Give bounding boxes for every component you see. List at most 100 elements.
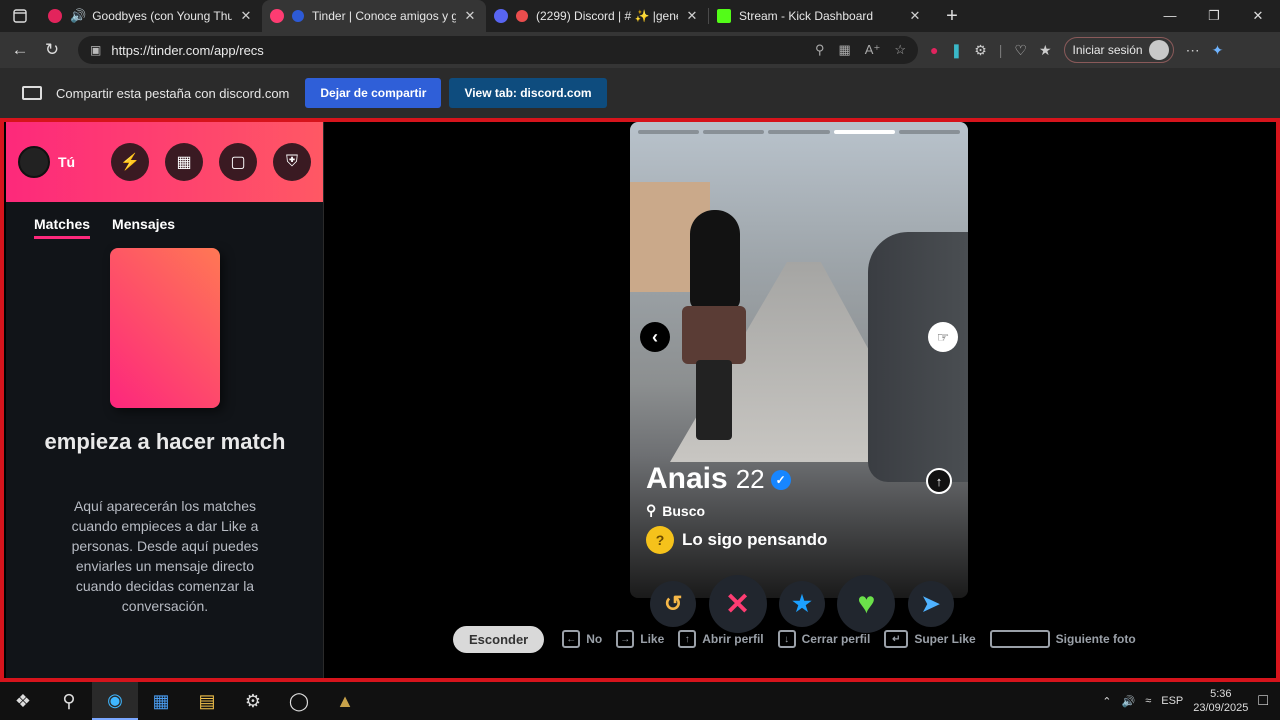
tab-close-icon[interactable]: ✕ (462, 8, 478, 24)
tab-messages[interactable]: Mensajes (112, 216, 175, 239)
copilot-icon[interactable]: ✦ (1212, 42, 1224, 59)
shield-icon[interactable]: ⛨ (273, 143, 311, 181)
tab-close-icon[interactable]: ✕ (907, 8, 923, 24)
minimize-icon[interactable]: — (1148, 0, 1192, 32)
tab-tinder[interactable]: Tinder | Conoce amigos y gente ✕ (262, 0, 486, 32)
window-controls: — ❐ ✕ (1148, 0, 1280, 32)
search-icon[interactable]: ⚲ (46, 682, 92, 720)
card-name-row: Anais 22 ✓ (646, 462, 791, 496)
view-tab-button[interactable]: View tab: discord.com (449, 78, 607, 108)
up-arrow-key-icon: ↑ (678, 630, 697, 648)
header-buttons: ⚡ ▦ ▢ ⛨ (111, 143, 311, 181)
tab-close-icon[interactable]: ✕ (238, 8, 254, 24)
previous-photo-icon[interactable]: ‹ (640, 322, 670, 352)
restore-icon[interactable]: ❐ (1192, 0, 1236, 32)
tab-actions-icon (13, 9, 27, 23)
photo-hair (690, 210, 740, 310)
boost-lightning-icon[interactable]: ⚡ (111, 143, 149, 181)
store-icon[interactable]: ▦ (138, 682, 184, 720)
notifications-icon[interactable]: □ (1258, 692, 1268, 710)
windows-taskbar: ❖ ⚲ ◉ ▦ ▤ ⚙ ◯ ▲ ⌃ 🔊 ≈ ESP 5:36 23/09/202… (0, 682, 1280, 720)
file-explorer-icon[interactable]: ▤ (184, 682, 230, 720)
intent-text: Lo sigo pensando (682, 530, 828, 549)
photo-progress-bar (638, 130, 961, 134)
profile-avatar-icon (1148, 40, 1169, 60)
screen-share-bar: Compartir esta pestaña con discord.com D… (0, 68, 1280, 118)
open-profile-arrow-icon[interactable]: ↑ (926, 468, 952, 494)
kick-icon (717, 9, 731, 23)
profile-age: 22 (735, 464, 765, 494)
extension-teal-icon[interactable]: ❚ (950, 42, 962, 59)
extension-red-icon[interactable]: ● (930, 42, 938, 58)
obs-icon[interactable]: ◯ (276, 682, 322, 720)
address-bar-icons: ⚲ ▦ A⁺ ☆ (815, 42, 906, 58)
edge-browser-icon[interactable]: ◉ (92, 682, 138, 720)
tab-youtube-music[interactable]: 🔊 Goodbyes (con Young Thug) ✕ (40, 0, 262, 32)
wifi-icon[interactable]: ≈ (1145, 695, 1151, 707)
thinking-face-icon: ? (646, 526, 674, 554)
reload-icon[interactable]: ↻ (36, 40, 68, 60)
profile-label[interactable]: Tú (58, 154, 75, 170)
app-available-icon[interactable]: ▦ (839, 42, 851, 58)
share-message: Compartir esta pestaña con discord.com (56, 85, 290, 101)
photo-car (868, 232, 968, 482)
shortcut-label: Cerrar perfil (801, 632, 871, 646)
photo-progress-segment (833, 130, 895, 134)
seeking-row: ⚲ Busco (646, 502, 705, 519)
tab-matches[interactable]: Matches (34, 216, 91, 239)
url-text[interactable]: https://tinder.com/app/recs (111, 43, 263, 58)
avatar[interactable] (18, 146, 50, 178)
briefcase-icon[interactable]: ▢ (219, 143, 257, 181)
stop-sharing-button[interactable]: Dejar de compartir (305, 78, 442, 108)
sign-in-button[interactable]: Iniciar sesión (1063, 37, 1174, 63)
shortcut-open-profile: ↑ Abrir perfil (678, 630, 764, 648)
super-like-star-icon[interactable]: ★ (778, 581, 825, 627)
tab-close-icon[interactable]: ✕ (684, 8, 700, 24)
chevron-up-icon[interactable]: ⌃ (1102, 695, 1111, 708)
discord-icon (494, 9, 508, 23)
shortcut-next-photo: Siguiente foto (989, 630, 1136, 648)
search-icon: ⚲ (646, 502, 657, 518)
close-window-icon[interactable]: ✕ (1236, 0, 1280, 32)
profile-name: Anais (646, 462, 728, 495)
clock-time: 5:36 (1210, 688, 1232, 700)
read-aloud-icon[interactable]: A⁺ (865, 42, 881, 58)
down-arrow-key-icon: ↓ (777, 630, 796, 648)
clock-date: 23/09/2025 (1193, 702, 1249, 714)
tab-discord[interactable]: (2299) Discord | # ✨ |general ✕ (486, 0, 708, 32)
tab-title: (2299) Discord | # ✨ |general (536, 9, 678, 23)
left-arrow-key-icon: ← (562, 630, 581, 648)
photo-skirt (682, 306, 746, 364)
music-icon (48, 9, 62, 23)
enter-key-icon: ↵ (884, 630, 909, 648)
volume-icon[interactable]: 🔊 (1122, 695, 1136, 708)
speaker-icon[interactable]: 🔊 (70, 8, 86, 24)
site-info-icon[interactable]: ▣ (90, 43, 101, 57)
more-menu-icon[interactable]: ⋯ (1186, 42, 1200, 59)
new-tab-button[interactable]: + (937, 5, 967, 28)
address-bar[interactable]: ▣ https://tinder.com/app/recs ⚲ ▦ A⁺ ☆ (78, 36, 918, 64)
clock[interactable]: 5:36 23/09/2025 (1193, 687, 1248, 715)
explore-grid-icon[interactable]: ▦ (165, 143, 203, 181)
tab-kick[interactable]: Stream - Kick Dashboard ✕ (709, 0, 931, 32)
windows-start-icon[interactable]: ❖ (0, 682, 46, 720)
steam-icon[interactable]: ⚙ (230, 682, 276, 720)
back-arrow-icon[interactable]: ← (4, 40, 36, 60)
boost-send-icon[interactable]: ➤ (907, 581, 954, 627)
tinder-flame-icon (270, 9, 284, 23)
verified-badge-icon: ✓ (770, 470, 791, 490)
location-icon[interactable]: ⚲ (815, 42, 825, 58)
rewind-icon[interactable]: ↺ (650, 581, 697, 627)
hand-cursor-icon[interactable]: ☞ (928, 322, 958, 352)
language-indicator[interactable]: ESP (1161, 695, 1183, 707)
sidebar-header: Tú ⚡ ▦ ▢ ⛨ (6, 122, 323, 202)
favorite-star-icon[interactable]: ☆ (894, 42, 906, 58)
photo-person (670, 210, 760, 440)
profile-card[interactable]: ‹ ☞ Anais 22 ✓ ↑ ⚲ Busco ? Lo sigo pensand… (630, 122, 968, 598)
hide-shortcuts-button[interactable]: Esconder (453, 625, 545, 653)
extensions-puzzle-icon[interactable]: ⚙ (974, 42, 987, 59)
tab-actions-button[interactable] (0, 0, 40, 32)
league-client-icon[interactable]: ▲ (322, 682, 368, 720)
browser-essentials-icon[interactable]: ♡ (1014, 42, 1027, 59)
favorites-icon[interactable]: ★ (1039, 42, 1052, 59)
